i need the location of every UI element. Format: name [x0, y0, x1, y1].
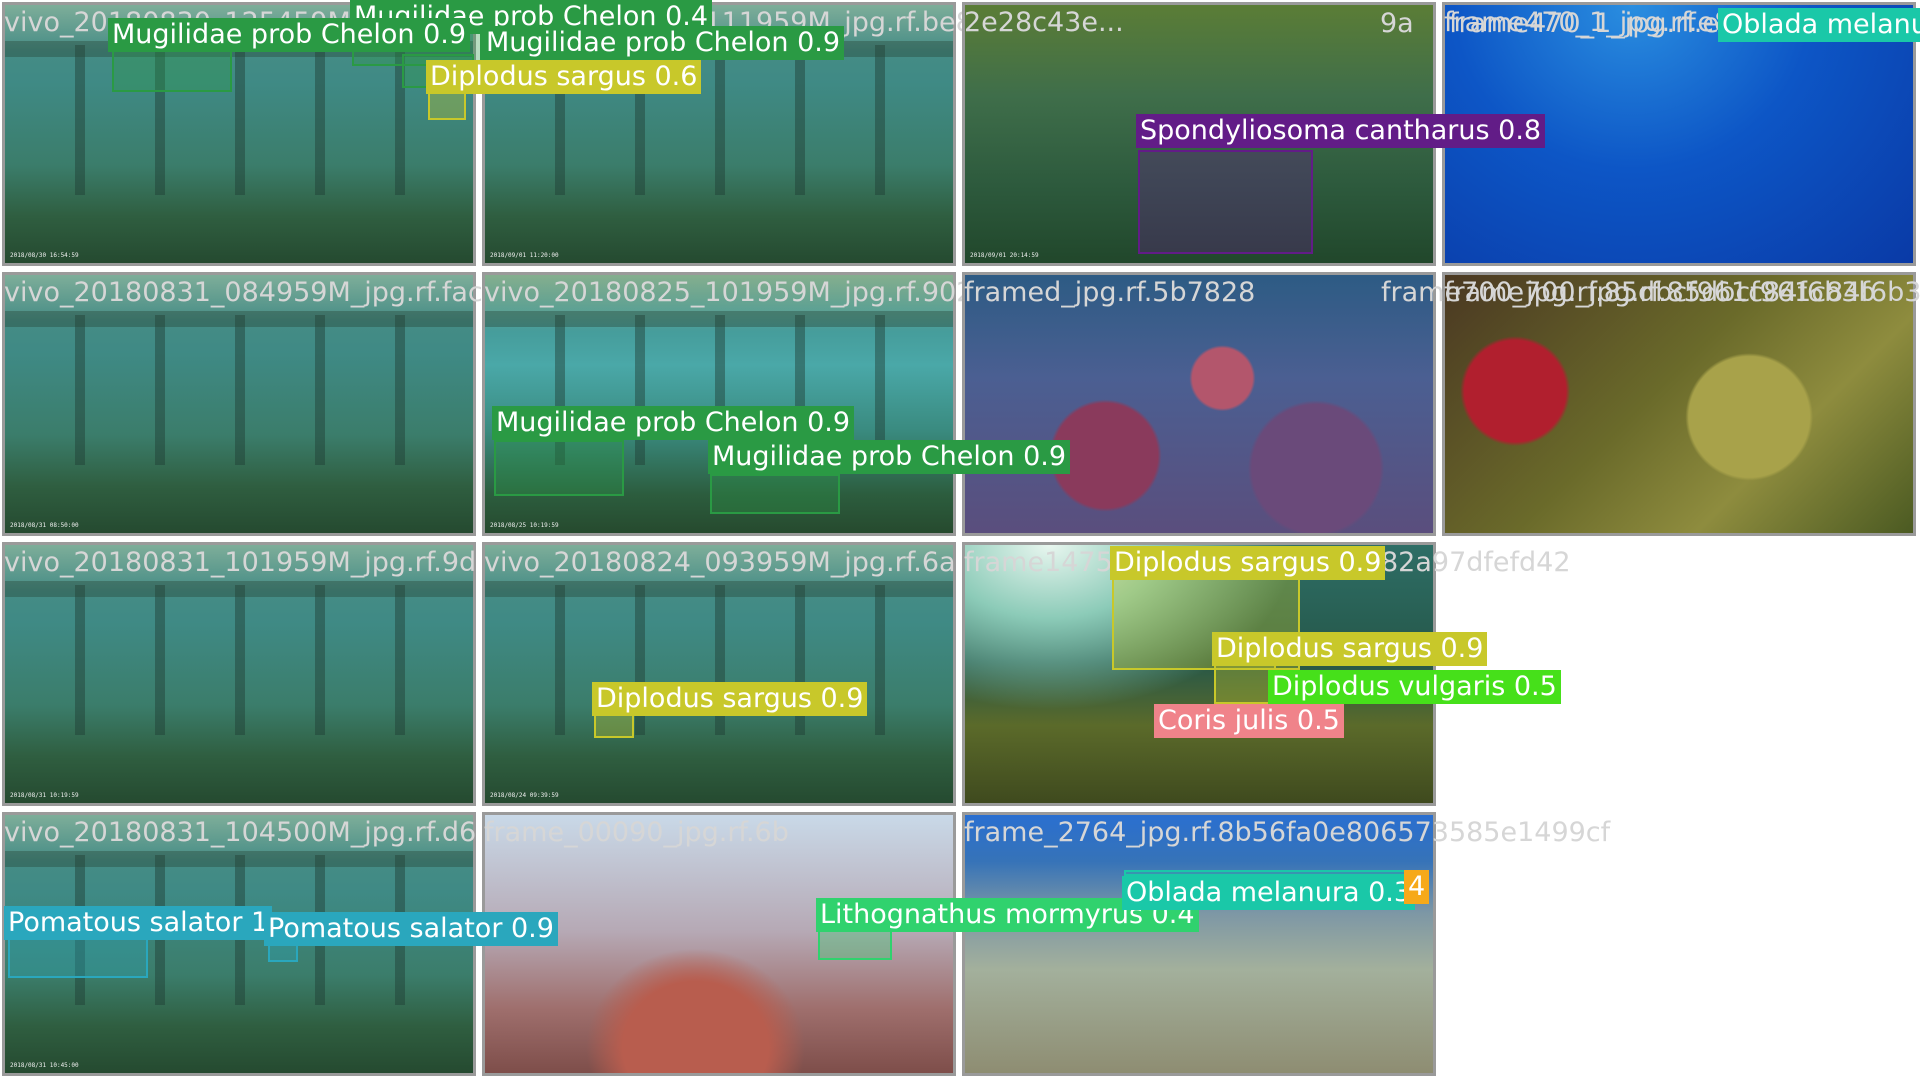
image-tile: 2018/08/24 09:39:59 [482, 542, 956, 806]
wreck-pillar [635, 315, 645, 465]
detection-box [112, 50, 232, 92]
tile-timestamp: 2018/08/25 10:19:59 [490, 522, 559, 529]
detection-box [1138, 150, 1313, 254]
detection-box [494, 440, 624, 496]
detection-label: Coris julis 0.5 [1154, 704, 1344, 738]
wreck-pillar [315, 315, 325, 465]
filename-fragment: 82a97dfefd42 [1381, 547, 1571, 578]
wreck-pillar [395, 315, 405, 465]
detection-box [268, 944, 298, 962]
wreck-pillar [235, 315, 245, 465]
tile-timestamp: 2018/08/30 16:54:59 [10, 252, 79, 259]
detection-label: Mugilidae prob Chelon 0.9 [482, 26, 845, 60]
detection-box [8, 938, 148, 978]
detection-label: Mugilidae prob Chelon 0.9 [492, 406, 855, 440]
detection-label: 4 [1404, 870, 1430, 904]
detection-label: Diplodus sargus 0.6 [426, 60, 702, 94]
wreck-pillar [555, 585, 565, 735]
wreck-pillar [75, 315, 85, 465]
tile-filename: vivo_20180831_104500M_jpg.rf.d6 [4, 817, 477, 848]
tile-filename: vivo_20180824_093959M_jpg.rf.6a [484, 547, 956, 578]
wreck-pillar [315, 585, 325, 735]
wreck-pillar [875, 45, 885, 195]
wreck-beam [5, 581, 473, 597]
wreck-pillar [875, 585, 885, 735]
filename-fragment: frame470_1_jpg.rf.e8 [1449, 8, 1737, 39]
detection-label: Spondyliosoma cantharus 0.8 [1136, 114, 1546, 148]
detection-label: Pomatous salator 1 [4, 906, 273, 940]
detection-label: Mugilidae prob Chelon 0.9 [108, 18, 471, 52]
tile-timestamp: 2018/08/24 09:39:59 [490, 792, 559, 799]
detection-box [818, 930, 892, 960]
detection-label: Oblada melanura 0.3 [1122, 876, 1416, 910]
tile-filename: vivo_20180831_084959M_jpg.rf.facd0c [4, 277, 532, 308]
tile-timestamp: 2018/09/01 11:20:00 [490, 252, 559, 259]
detection-label: Oblada melanu [1718, 8, 1920, 42]
tile-filename: framed_jpg.rf.5b7828 [964, 277, 1256, 308]
wreck-pillar [795, 45, 805, 195]
detection-label: Diplodus vulgaris 0.5 [1268, 670, 1561, 704]
detection-label: Diplodus sargus 0.9 [592, 682, 868, 716]
wreck-pillar [75, 45, 85, 195]
image-tile [962, 272, 1436, 536]
tile-timestamp: 2018/08/31 10:19:59 [10, 792, 79, 799]
tile-filename: frame1475 [964, 547, 1113, 578]
tile-filename: frame_2764_jpg.rf.8b56fa0e806573585e1499… [964, 817, 1611, 848]
wreck-pillar [715, 45, 725, 195]
detection-box [710, 474, 840, 514]
wreck-beam [485, 581, 953, 597]
wreck-beam [5, 851, 473, 867]
image-tile: 2018/08/31 08:50:00 [2, 272, 476, 536]
wreck-pillar [155, 315, 165, 465]
tile-filename: vivo_20180831_101959M_jpg.rf.9d [4, 547, 477, 578]
wreck-pillar [395, 585, 405, 735]
detection-label: Pomatous salator 0.9 [264, 912, 558, 946]
detection-box [1214, 664, 1276, 704]
image-tile [962, 812, 1436, 1076]
detection-box [594, 714, 634, 738]
wreck-pillar [155, 585, 165, 735]
wreck-pillar [235, 45, 245, 195]
tile-timestamp: 2018/08/31 10:45:00 [10, 1062, 79, 1069]
wreck-beam [5, 311, 473, 327]
image-mosaic: 2018/08/30 16:54:59vivo_20180830_125459M… [0, 0, 1920, 1080]
tile-filename: frame_00090_jpg.rf.6b [484, 817, 789, 848]
tile-filename: vivo_20180825_101959M_jpg.rf.902 [484, 277, 974, 308]
detection-label: Diplodus sargus 0.9 [1110, 546, 1386, 580]
wreck-pillar [315, 45, 325, 195]
image-tile [1442, 272, 1916, 536]
wreck-pillar [235, 585, 245, 735]
filename-fragment: 9a [1380, 8, 1414, 39]
tile-timestamp: 2018/08/31 08:50:00 [10, 522, 79, 529]
wreck-pillar [75, 585, 85, 735]
detection-label: Diplodus sargus 0.9 [1212, 632, 1488, 666]
wreck-beam [485, 311, 953, 327]
tile-filename: 2e28c43e... [964, 7, 1124, 38]
detection-label: Mugilidae prob Chelon 0.9 [708, 440, 1071, 474]
filename-fragment: frame700_jpg.rf.85dbcf961c84f6b3b [1381, 277, 1876, 308]
image-tile: 2018/08/31 10:19:59 [2, 542, 476, 806]
tile-timestamp: 2018/09/01 20:14:59 [970, 252, 1039, 259]
